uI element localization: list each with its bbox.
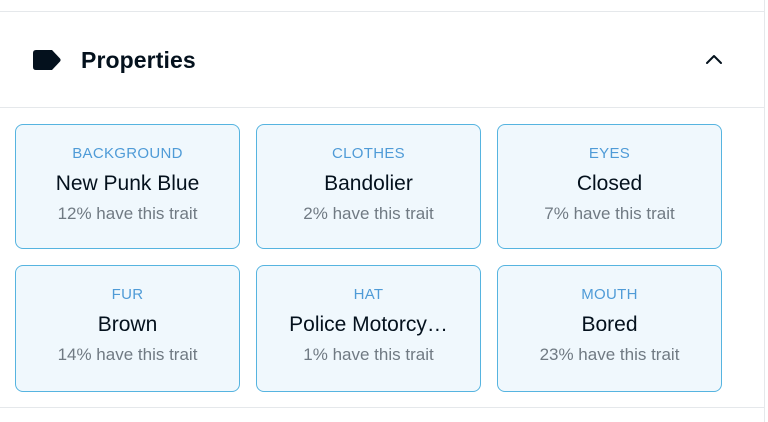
trait-type: HAT xyxy=(353,286,384,303)
trait-value: Bored xyxy=(581,313,638,336)
trait-type: CLOTHES xyxy=(332,145,405,162)
trait-value: Brown xyxy=(97,313,158,336)
trait-card-clothes[interactable]: CLOTHES Bandolier 2% have this trait xyxy=(256,124,481,249)
trait-rarity: 2% have this trait xyxy=(303,204,434,223)
trait-card-eyes[interactable]: EYES Closed 7% have this trait xyxy=(497,124,722,249)
divider xyxy=(0,407,765,408)
trait-card-hat[interactable]: HAT Police Motorcy… 1% have this trait xyxy=(256,265,481,392)
trait-type: MOUTH xyxy=(581,286,638,303)
trait-value: Police Motorcy… xyxy=(289,313,448,336)
trait-card-fur[interactable]: FUR Brown 14% have this trait xyxy=(15,265,240,392)
trait-value: New Punk Blue xyxy=(55,172,200,195)
trait-rarity: 7% have this trait xyxy=(544,204,675,223)
trait-type: BACKGROUND xyxy=(72,145,183,162)
trait-type: FUR xyxy=(111,286,144,303)
trait-card-background[interactable]: BACKGROUND New Punk Blue 12% have this t… xyxy=(15,124,240,249)
trait-card-mouth[interactable]: MOUTH Bored 23% have this trait xyxy=(497,265,722,392)
label-tag-icon xyxy=(33,50,63,70)
trait-rarity: 12% have this trait xyxy=(57,204,198,223)
traits-grid: BACKGROUND New Punk Blue 12% have this t… xyxy=(15,124,722,392)
chevron-up-icon[interactable] xyxy=(703,51,725,69)
trait-type: EYES xyxy=(588,145,631,162)
section-title: Properties xyxy=(81,47,196,73)
trait-rarity: 23% have this trait xyxy=(539,345,680,364)
trait-value: Bandolier xyxy=(324,172,413,195)
trait-rarity: 14% have this trait xyxy=(57,345,198,364)
properties-header[interactable]: Properties xyxy=(0,12,765,108)
trait-value: Closed xyxy=(576,172,643,195)
properties-panel: Properties BACKGROUND New Punk Blue 12% … xyxy=(0,0,765,422)
trait-rarity: 1% have this trait xyxy=(303,345,434,364)
